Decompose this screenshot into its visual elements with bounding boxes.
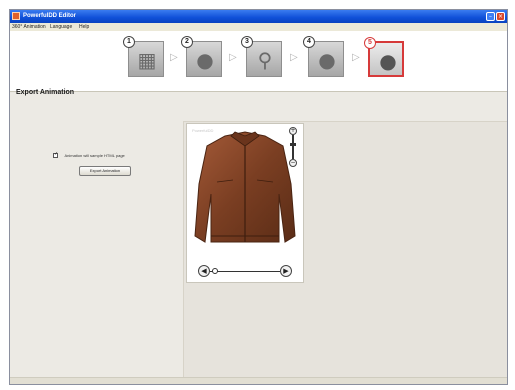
image-icon: ▦ [137,48,157,72]
menu-item-language[interactable]: Language [50,23,72,31]
magnifier-icon: ⚲ [257,48,273,72]
section-divider [10,91,507,92]
close-button[interactable]: × [496,12,505,21]
step-5[interactable]: 5 ● [364,37,404,77]
step-number: 3 [241,36,253,48]
window-title: PowerfulDD Editor [23,13,77,19]
rotation-slider-handle[interactable] [212,268,218,274]
html-page-checkbox-label: Animation will sample HTML page [64,153,125,159]
step-arrow-icon: ▷ [229,52,237,63]
step-arrow-icon: ▷ [352,52,360,63]
page-title: Export Animation [16,89,75,96]
zoom-in-button[interactable]: + [289,127,297,135]
zoom-out-button[interactable]: − [289,159,297,167]
menu-item-animation[interactable]: 360° Animation [12,23,46,31]
minimize-button[interactable]: – [486,12,495,21]
step-number: 5 [364,37,376,49]
person-export-icon: ● [379,49,397,73]
step-arrow-icon: ▷ [170,52,178,63]
rotate-left-button[interactable]: ◀ [198,265,210,277]
person-icon: ● [196,48,214,72]
rotate-right-button[interactable]: ▶ [280,265,292,277]
person-settings-icon: ● [318,48,336,72]
watermark: PowerfulDD [192,128,214,133]
step-number: 1 [123,36,135,48]
menu-item-help[interactable]: Help [79,23,89,31]
app-icon [12,12,20,20]
title-bar[interactable]: PowerfulDD Editor – × [10,10,507,23]
zoom-slider[interactable] [292,135,294,159]
step-1[interactable]: 1 ▦ [123,36,164,77]
step-4[interactable]: 4 ● [303,36,344,77]
check-icon: ✓ [54,151,59,158]
rotation-slider[interactable] [210,271,280,272]
html-page-checkbox[interactable]: ✓ [53,151,59,159]
step-number: 2 [181,36,193,48]
html-page-option[interactable]: ✓ Animation will sample HTML page [53,147,125,159]
step-3[interactable]: 3 ⚲ [241,36,282,77]
animation-preview[interactable]: PowerfulDD + − ◀ ▶ [186,123,304,283]
jacket-image [194,131,296,243]
wizard-steps: 1 ▦ ▷ 2 ● ▷ 3 ⚲ ▷ 4 ● ▷ 5 ● [10,31,507,91]
zoom-slider-handle[interactable] [290,143,296,146]
step-number: 4 [303,36,315,48]
app-window: PowerfulDD Editor – × 360° Animation Lan… [9,9,508,385]
step-arrow-icon: ▷ [290,52,298,63]
export-animation-button[interactable]: Export Animation [79,166,131,176]
status-bar [10,377,507,384]
step-2[interactable]: 2 ● [181,36,222,77]
